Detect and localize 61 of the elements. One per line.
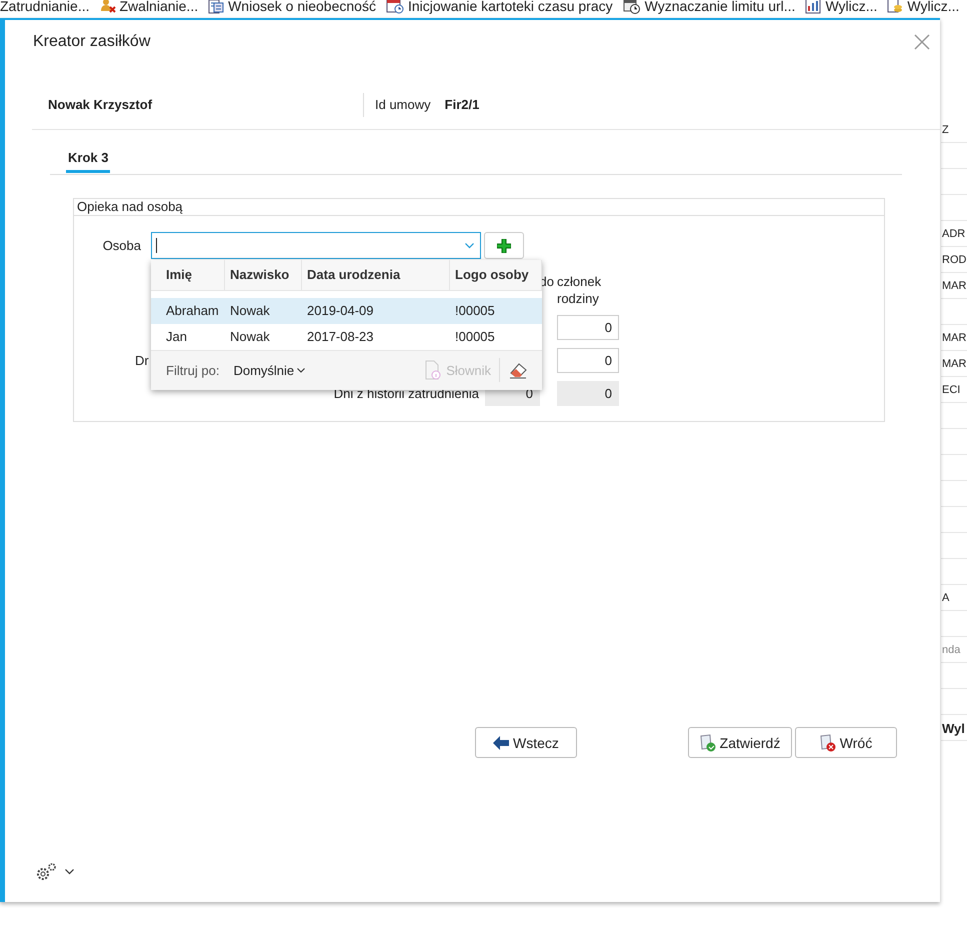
filter-dropdown[interactable]: Domyślnie xyxy=(233,362,306,378)
document-info-icon xyxy=(424,360,442,380)
contract-id: Fir2/1 xyxy=(444,97,480,112)
contract-label: Id umowy xyxy=(375,97,431,112)
shortcut-link[interactable]: Zatrudnianie... xyxy=(0,0,90,14)
document-cross-icon xyxy=(820,734,836,752)
table-cell: MAR xyxy=(942,332,966,344)
column-header[interactable]: Nazwisko xyxy=(230,267,290,282)
person-combo[interactable] xyxy=(151,232,481,259)
shortcut-link[interactable]: Wylicz... xyxy=(825,0,878,14)
dialog-title: Kreator zasiłków xyxy=(33,33,152,51)
coins-icon xyxy=(887,0,904,14)
number-field[interactable]: 0 xyxy=(557,348,619,373)
chart-icon xyxy=(805,0,822,14)
table-cell: Z xyxy=(942,124,949,136)
number-field[interactable]: 0 xyxy=(557,315,619,340)
list-row[interactable]: Abraham Nowak 2019-04-09 !00005 xyxy=(151,298,542,324)
chevron-down-icon xyxy=(65,869,74,875)
back-button[interactable]: Wstecz xyxy=(475,727,577,758)
employee-name: Nowak Krzysztof xyxy=(48,97,154,112)
shortcut-link[interactable]: Wniosek o nieobecność xyxy=(228,0,376,14)
column-header[interactable]: Logo osoby xyxy=(455,267,529,282)
field-label: Dr xyxy=(135,353,149,368)
column-header[interactable]: Data urodzenia xyxy=(307,267,400,282)
table-cell: MAR xyxy=(942,280,966,292)
clock-calendar-icon xyxy=(622,0,641,14)
chevron-down-icon xyxy=(297,368,306,373)
confirm-button[interactable]: Zatwierdź xyxy=(688,727,792,758)
table-cell: ROD xyxy=(942,254,966,266)
close-icon[interactable] xyxy=(914,34,930,50)
group-title: Opieka nad osobą xyxy=(77,199,183,215)
form-icon xyxy=(208,0,224,14)
filter-label: Filtruj po: xyxy=(166,362,220,378)
eraser-icon xyxy=(508,361,528,380)
clear-button[interactable] xyxy=(508,361,528,380)
table-cell: A xyxy=(942,592,950,604)
table-cell: ADR xyxy=(942,228,966,240)
document-check-icon xyxy=(700,734,716,752)
column-header: członek rodziny xyxy=(557,273,602,307)
table-cell: ECI xyxy=(942,384,960,396)
table-cell: nda xyxy=(942,644,960,656)
plus-icon xyxy=(497,238,511,252)
field-label: Osoba xyxy=(102,238,141,253)
shortcut-link[interactable]: Zwalnianie... xyxy=(120,0,198,14)
shortcut-link[interactable]: Inicjowanie kartoteki czasu pracy xyxy=(408,0,613,14)
cancel-button[interactable]: Wróć xyxy=(795,727,897,758)
table-cell: Wyl xyxy=(942,720,965,736)
arrow-left-icon xyxy=(493,736,510,750)
step-tab[interactable]: Krok 3 xyxy=(66,150,110,173)
user-remove-icon xyxy=(100,0,116,14)
shortcut-link[interactable]: Wyznaczanie limitu url... xyxy=(644,0,796,14)
settings-menu-button[interactable] xyxy=(35,862,74,882)
column-header[interactable]: Imię xyxy=(166,267,192,282)
shortcut-link[interactable]: Wylicz... xyxy=(907,0,960,14)
gears-icon xyxy=(35,862,57,882)
calendar-icon xyxy=(386,0,404,14)
list-row[interactable]: Jan Nowak 2017-08-23 !00005 xyxy=(151,324,542,350)
number-field: 0 xyxy=(557,381,619,406)
table-cell: MAR xyxy=(942,358,966,370)
chevron-down-icon xyxy=(465,242,474,248)
add-button[interactable] xyxy=(484,232,524,259)
